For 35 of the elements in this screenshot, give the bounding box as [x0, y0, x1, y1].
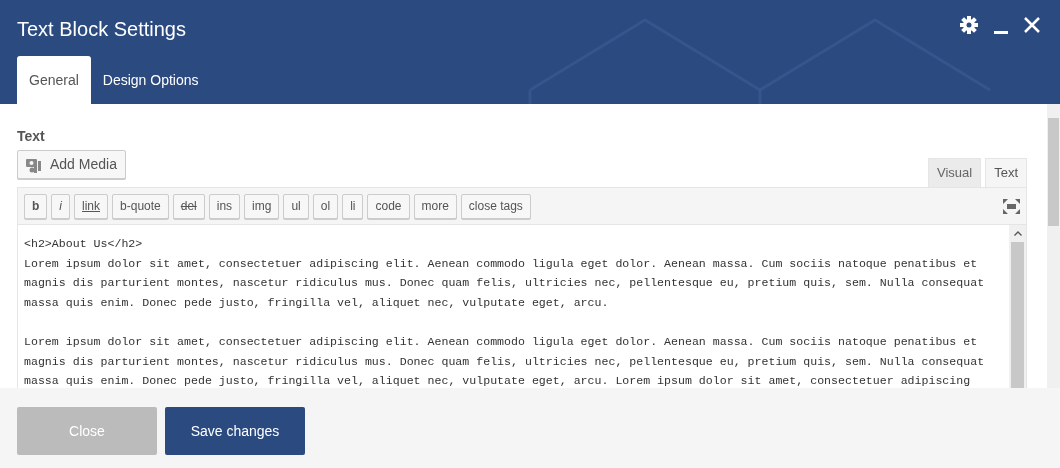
quicktag-button[interactable]: more	[413, 193, 457, 219]
code-line: massa quis enim. Donec pede justo, fringilla vel, aliquet nec, vulputate eget, arcu. Lorem ipsum dolor sit amet, consectetuer adipiscing	[24, 373, 972, 388]
close-icon[interactable]	[1024, 17, 1040, 33]
scrollbar[interactable]	[1009, 225, 1026, 388]
window-title: Text Block Settings	[17, 17, 186, 42]
editor-tab[interactable]: Text	[985, 158, 1027, 187]
fullscreen-icon[interactable]	[1003, 198, 1020, 214]
quicktag-button[interactable]: b	[24, 193, 48, 219]
quicktag-button[interactable]: b-quote	[112, 193, 169, 219]
quicktag-button[interactable]: link	[74, 193, 109, 219]
code-line: magnis dis parturient montes, nascetur ridiculus mus. Donec quam felis, ultricies nec, pellentesque eu, pretium quis, sem. Nulla consequat	[24, 275, 986, 292]
tab[interactable]: Design Options	[90, 56, 211, 104]
quicktag-button[interactable]: ol	[312, 193, 339, 219]
tab[interactable]: General	[17, 56, 91, 104]
code-line: <h2>About Us</h2>	[24, 236, 144, 252]
scroll-up-icon[interactable]	[1013, 231, 1022, 236]
editor-tab[interactable]: Visual	[927, 158, 982, 187]
quicktag-button[interactable]: code	[367, 193, 410, 219]
scrollbar[interactable]	[1047, 104, 1060, 388]
quicktag-button[interactable]: li	[342, 193, 364, 219]
quicktag-button[interactable]: del	[172, 193, 205, 219]
settings-icon[interactable]	[960, 16, 978, 34]
code-line: magnis dis parturient montes, nascetur ridiculus mus. Donec quam felis, ultricies nec, pellentesque eu, pretium quis, sem. Nulla consequat	[24, 353, 986, 370]
quicktag-button[interactable]: ins	[208, 193, 241, 219]
code-line: Lorem ipsum dolor sit amet, consectetuer adipiscing elit. Aenean commodo ligula eget dolor. Aenean massa. Cum sociis natoque penatibus et	[24, 333, 979, 350]
save-button[interactable]: Save changes	[165, 407, 305, 455]
quicktag-button[interactable]: img	[244, 193, 280, 219]
quicktag-button[interactable]: i	[51, 193, 70, 219]
code-line: massa quis enim. Donec pede justo, fringilla vel, aliquet nec, vulputate eget, arcu.	[24, 294, 610, 311]
media-icon	[26, 156, 42, 173]
field-label: Text	[17, 127, 46, 146]
quicktag-button[interactable]: close tags	[460, 193, 531, 219]
code-line: Lorem ipsum dolor sit amet, consectetuer adipiscing elit. Aenean commodo ligula eget dolor. Aenean massa. Cum sociis natoque penatibus et	[24, 255, 979, 272]
quicktag-button[interactable]: ul	[283, 193, 309, 219]
add-media-button[interactable]: Add Media	[17, 150, 126, 179]
